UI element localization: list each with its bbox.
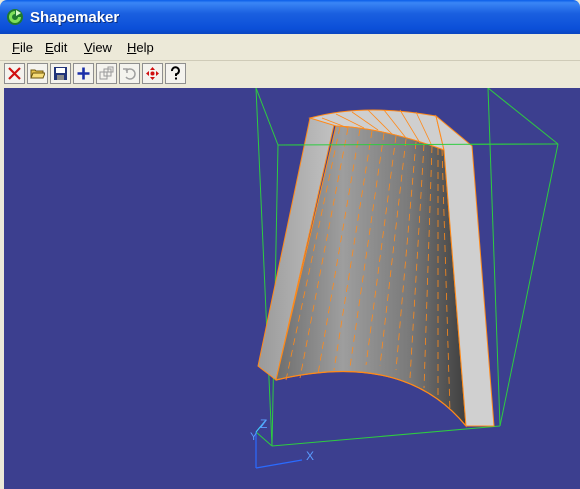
axis-label-y: Y [250, 431, 258, 443]
menu-help[interactable]: Help [127, 40, 154, 55]
curved-wedge-shape [257, 109, 495, 428]
help-button[interactable] [165, 63, 186, 84]
menu-file[interactable]: File [12, 40, 33, 55]
undo-button[interactable] [119, 63, 140, 84]
move-arrows-icon [146, 67, 159, 80]
scene-canvas[interactable]: Z Y X [4, 88, 580, 489]
move-button[interactable] [142, 63, 163, 84]
axis-label-z: Z [260, 417, 267, 431]
axis-label-x: X [306, 449, 314, 463]
save-disk-icon [54, 67, 67, 80]
3d-viewport[interactable]: Z Y X [4, 88, 580, 489]
add-button[interactable] [73, 63, 94, 84]
open-folder-icon [30, 69, 45, 79]
help-question-icon [171, 66, 180, 80]
add-plus-icon [77, 67, 90, 80]
delete-x-icon [8, 67, 21, 80]
save-button[interactable] [50, 63, 71, 84]
undo-icon [123, 68, 136, 80]
copy-shapes-button[interactable] [96, 63, 117, 84]
menu-bar: File Edit View Help [0, 34, 580, 61]
menu-view[interactable]: View [84, 40, 112, 55]
delete-button[interactable] [4, 63, 25, 84]
title-bar[interactable]: Shapemaker [0, 0, 580, 34]
axis-triad: Z Y X [250, 417, 314, 469]
window-title: Shapemaker [30, 9, 120, 26]
menu-edit[interactable]: Edit [45, 40, 67, 55]
toolbar [4, 62, 190, 86]
open-button[interactable] [27, 63, 48, 84]
app-logo-icon [7, 9, 23, 25]
copy-shapes-icon [99, 66, 114, 80]
